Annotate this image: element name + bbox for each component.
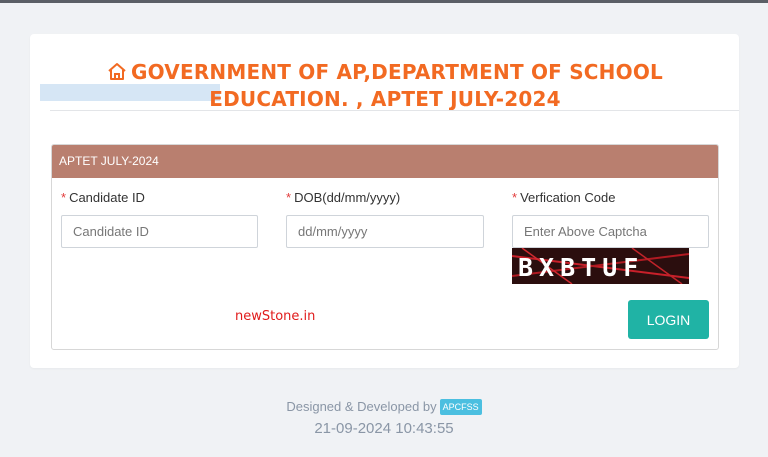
dob-label-text: DOB(dd/mm/yyyy) [294,190,401,205]
candidate-id-label: * Candidate ID [61,190,145,205]
candidate-id-label-text: Candidate ID [69,190,145,205]
footer-credit: Designed & Developed by APCFSS [0,399,768,415]
verification-label-text: Verfication Code [520,190,616,205]
login-panel: APTET JULY-2024 *Candidate ID *DOB(dd/mm… [51,144,719,350]
login-button[interactable]: LOGIN [628,300,709,339]
designed-by-text: Designed & Developed by [286,399,437,414]
required-mark: * [61,190,67,205]
title-divider [50,110,739,111]
dob-input[interactable] [286,215,484,248]
footer-timestamp: 21-09-2024 10:43:55 [314,420,454,437]
title-line-1: GOVERNMENT OF AP,DEPARTMENT OF SCHOOL [131,60,663,84]
captcha-image: BXBTUF [512,248,689,284]
title-line-2: EDUCATION. , APTET JULY-2024 [209,87,561,111]
page-title: GOVERNMENT OF AP,DEPARTMENT OF SCHOOL ED… [70,60,700,111]
top-bar [0,0,768,3]
candidate-id-input[interactable] [61,215,258,248]
captcha-input[interactable] [512,215,709,248]
captcha-text: BXBTUF [518,253,644,282]
dob-label: * DOB(dd/mm/yyyy) [286,190,400,205]
apcfss-badge[interactable]: APCFSS [439,399,482,415]
home-icon [107,62,127,87]
verification-label: * Verfication Code [512,190,615,205]
required-mark: * [512,190,518,205]
watermark-text: newStone.in [235,309,316,324]
panel-heading: APTET JULY-2024 [52,145,718,178]
login-card: GOVERNMENT OF AP,DEPARTMENT OF SCHOOL ED… [30,34,739,368]
required-mark: * [286,190,292,205]
